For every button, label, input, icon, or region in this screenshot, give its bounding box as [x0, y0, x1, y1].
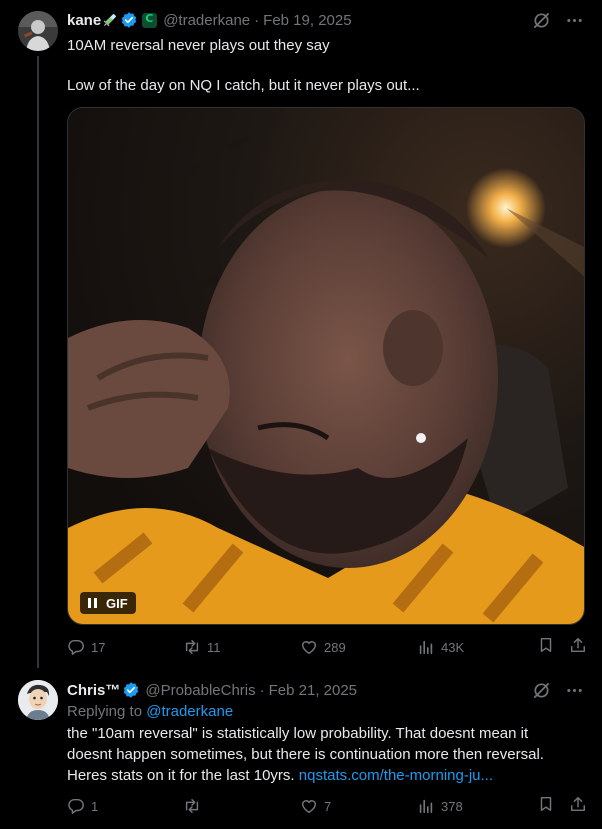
views-count: 378 [441, 798, 463, 814]
tweet-actions: 17 11 289 43K [67, 637, 587, 657]
avatar[interactable] [18, 680, 58, 720]
like-button[interactable]: 7 [300, 796, 417, 816]
tweet-actions: 1 7 378 [67, 796, 587, 816]
grok-icon[interactable] [532, 681, 551, 700]
reply-count: 1 [91, 798, 99, 814]
external-link[interactable]: nqstats.com/the-morning-ju... [299, 767, 493, 784]
reply-icon [68, 798, 84, 814]
author-name[interactable]: Chris™ [67, 682, 120, 699]
gif-label: GIF [106, 595, 128, 611]
replying-to-mention[interactable]: @traderkane [146, 703, 233, 720]
more-icon[interactable] [565, 681, 584, 700]
tweet-header: Chris™ @ProbableChris · Feb 21, 2025 [67, 680, 357, 700]
repost-icon [185, 798, 199, 814]
verified-badge-icon[interactable] [122, 681, 140, 699]
tweet-header: kane C @traderkane · Feb 19, 2025 [67, 10, 352, 30]
affiliate-badge-icon[interactable]: C [142, 12, 158, 28]
repost-count: 11 [207, 639, 221, 655]
tweet-text-line: Low of the day on NQ I catch, but it nev… [67, 77, 420, 94]
share-icon[interactable] [569, 636, 587, 658]
gif-media[interactable]: GIF [67, 107, 585, 625]
views-button[interactable]: 43K [417, 637, 535, 657]
gif-badge[interactable]: GIF [80, 592, 136, 614]
replying-to: Replying to @traderkane [67, 703, 233, 720]
bookmark-icon[interactable] [537, 636, 555, 658]
author-handle[interactable]: @traderkane [163, 12, 250, 29]
avatar-image [18, 680, 58, 720]
reply-button[interactable]: 17 [67, 637, 183, 657]
repost-button[interactable] [183, 796, 300, 816]
post-date[interactable]: Feb 19, 2025 [263, 12, 351, 29]
like-icon [301, 800, 317, 814]
more-icon[interactable] [565, 11, 584, 30]
views-icon [419, 799, 433, 814]
author-handle[interactable]: @ProbableChris [145, 682, 255, 699]
author-name[interactable]: kane [67, 12, 101, 29]
separator-dot: · [254, 11, 260, 29]
post-date[interactable]: Feb 21, 2025 [269, 682, 357, 699]
pause-icon[interactable] [86, 597, 98, 609]
replying-to-label: Replying to [67, 703, 143, 720]
reply-icon [68, 639, 84, 655]
like-count: 7 [324, 798, 332, 814]
reply-text-line-content: Heres stats on it for the last 10yrs. [67, 767, 295, 784]
separator-dot: · [259, 681, 265, 699]
like-button[interactable]: 289 [300, 637, 417, 657]
gif-frame-image [68, 108, 584, 624]
reply-text-line: doesnt happen sometimes, but there is co… [67, 746, 544, 763]
reply-text-line: Heres stats on it for the last 10yrs. nq… [67, 765, 582, 786]
syringe-emoji-icon [102, 12, 118, 28]
like-icon [301, 641, 317, 655]
reply-count: 17 [91, 639, 106, 655]
share-icon[interactable] [569, 795, 587, 817]
repost-button[interactable]: 11 [183, 637, 300, 657]
repost-icon [185, 639, 199, 655]
views-count: 43K [441, 639, 465, 655]
like-count: 289 [324, 639, 346, 655]
reply-button[interactable]: 1 [67, 796, 183, 816]
avatar[interactable] [18, 11, 58, 51]
tweet-top-actions [532, 681, 584, 700]
tweet-text-line: 10AM reversal never plays out they say [67, 37, 330, 54]
views-button[interactable]: 378 [417, 796, 535, 816]
tweet-top-actions [532, 11, 584, 30]
reply-text-line: the "10am reversal" is statistically low… [67, 725, 529, 742]
avatar-image [18, 11, 58, 51]
reply-text: the "10am reversal" is statistically low… [67, 723, 582, 786]
grok-icon[interactable] [532, 11, 551, 30]
verified-badge-icon[interactable] [120, 11, 138, 29]
views-icon [419, 640, 433, 655]
bookmark-icon[interactable] [537, 795, 555, 817]
thread-connector-line [37, 56, 39, 668]
